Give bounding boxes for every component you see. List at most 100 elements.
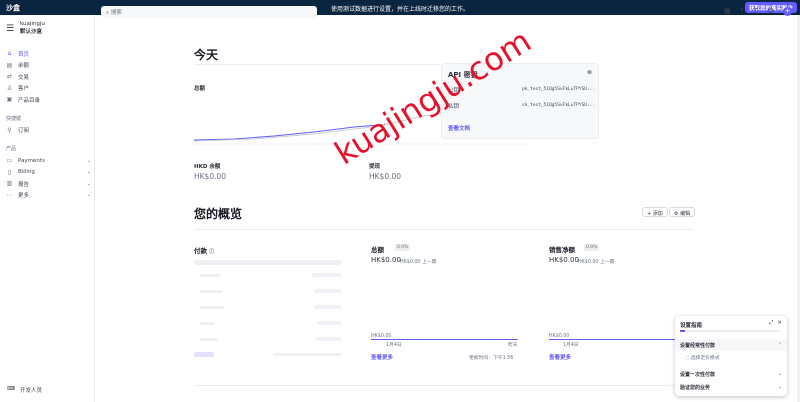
setup-guide-title: 设置指南 [680,323,703,329]
chevron-down-icon: ⌄ [86,169,91,176]
gross-change-badge: 0.0% [395,244,411,251]
top-icons: ▦ ? ♫ ⚙ + [724,7,792,16]
close-icon[interactable]: ⊗ [587,69,592,76]
placeholder-bar [312,273,341,277]
nav-item-subscriptions[interactable]: ⚲ 订阅 [6,125,91,137]
placeholder-bar [273,353,341,356]
guide-section-recurring[interactable]: 设置经常性付款 ⌃ [675,339,787,351]
more-icon: ⋯ [6,191,13,199]
placeholder-link [194,352,214,357]
circle-icon: ◌ [685,356,690,361]
placeholder-bar [200,290,222,293]
edit-button[interactable]: ⚙ 编辑 [669,207,696,217]
chevron-down-icon: ⌄ [777,384,782,390]
pin-icon: ⚲ [7,126,12,134]
hkd-balance-value: HK$0.00 [194,172,227,181]
payouts-label: 提现 [369,164,381,170]
close-icon[interactable]: ✕ [777,320,782,327]
main-nav: ⌂ 首页 ▤ 余额 ⇄ 交易 ♙ 客户 ▣ 产品目录 快捷键 ⚲ 订阅 产品 ▭ Paymen… [6,48,91,201]
gross-previous: HK$0.00 上一期 [400,260,437,265]
nav-item-product-catalog[interactable]: ▣ 产品目录 [6,94,91,106]
gross-card-title: 总额 [371,246,384,254]
home-icon: ⌂ [7,50,12,58]
nav-item-home[interactable]: ⌂ 首页 [6,48,91,60]
guide-task-pricing[interactable]: ◌ 选择定价模式 [685,354,720,361]
add-button[interactable]: + 添加 [642,207,668,217]
placeholder-bar [200,322,215,325]
payments-icon: ▭ [6,157,13,165]
placeholder-bar [194,260,341,265]
public-key-value[interactable]: pk_test_51Qg5SuFkLuTPYSU... [522,87,595,92]
transactions-icon: ⇄ [6,73,13,81]
gross-start-date: 1月4日 [386,343,402,348]
account-icon: ☰ [6,24,15,34]
net-chart-line [549,339,675,340]
net-view-more-link[interactable]: 查看更多 [549,353,571,361]
setup-progress-fill [680,330,685,332]
nav-item-payments[interactable]: ▭ Payments ⌄ [6,155,91,167]
placeholder-bar [314,305,341,309]
balance-icon: ▤ [6,61,13,69]
gross-view-more-link[interactable]: 查看更多 [371,353,393,361]
account-switcher[interactable]: ☰ kuajingju 默认沙盒 [6,21,45,35]
customer-icon: ♙ [6,84,13,92]
today-title: 今天 [194,48,219,62]
nav-item-balances[interactable]: ▤ 余额 [6,60,91,72]
view-docs-link[interactable]: 查看文档 [448,124,470,132]
overview-title: 您的概览 [194,207,243,221]
help-icon[interactable]: ? [740,7,744,16]
gross-end-date: 昨天 [508,343,518,348]
apps-icon[interactable]: ▦ [724,7,731,16]
guide-section-one-time[interactable]: 设置一次性付款 ⌄ [675,368,787,380]
billing-icon: ▯ [7,168,12,176]
products-heading: 产品 [6,146,17,152]
net-change-badge: 0.0% [584,244,600,251]
net-value: HK$0.00 [549,256,579,264]
nav-item-more[interactable]: ⋯ 更多 ⌄ [6,190,92,202]
gross-value: HK$0.00 [371,256,401,264]
payouts-value: HK$0.00 [369,172,402,181]
shortcuts-heading: 快捷键 [6,115,22,122]
divider [194,229,694,230]
search-icon: ⌕ [106,10,110,16]
net-start-date: 1月4日 [563,343,579,348]
placeholder-bar [316,337,341,341]
gross-label: 总额 [194,86,206,92]
placeholder-bar [314,289,341,293]
chevron-up-icon: ⌃ [777,342,782,348]
payments-card-title: 付款 ⓘ [194,247,215,255]
gear-icon: ⚙ [674,211,679,217]
info-icon: ⓘ [209,249,215,255]
gross-updated: 更新时间：下午1:56 [469,356,514,361]
gross-chart-line [371,339,518,340]
chevron-down-icon: ⌄ [86,180,91,187]
nav-item-billing[interactable]: ▯ Billing ⌄ [6,167,91,179]
create-plus-icon[interactable]: + [783,7,792,16]
secret-key-value[interactable]: sk_test_51Qg5SuFkLuTPYSU... [522,103,595,108]
setup-progress [680,330,780,332]
nav-item-transactions[interactable]: ⇄ 交易 [6,71,91,83]
guide-section-verify[interactable]: 验证您的业务 ⌄ [675,381,787,393]
nav-item-developers[interactable]: ⌨ 开发人员 [7,386,42,394]
nav-item-customers[interactable]: ♙ 客户 [6,83,91,95]
nav-item-reports[interactable]: ▥ 报告 ⌄ [6,178,91,190]
divider [194,385,694,386]
hkd-balance-label: HKD 余额 [194,164,221,170]
search-input[interactable]: ⌕ 搜索 [101,6,317,18]
expand-icon[interactable]: ⤢ [769,320,773,327]
placeholder-bar [200,338,218,341]
account-env: 默认沙盒 [20,29,43,35]
chevron-down-icon: ⌄ [86,192,91,199]
placeholder-bar [200,306,224,309]
net-previous: HK$0.00 上一期 [578,260,615,265]
chart-icon: ▥ [6,180,13,188]
bell-icon[interactable]: ♫ [752,7,758,16]
terminal-icon: ⌨ [7,386,15,392]
gear-icon[interactable]: ⚙ [768,7,774,16]
chevron-down-icon: ⌄ [777,371,782,377]
placeholder-bar [200,274,220,277]
setup-guide-panel: 设置指南 ⤢ ✕ 设置经常性付款 ⌃ ◌ 选择定价模式 设置一次性付款 ⌄ 验证您的业… [675,316,787,396]
box-icon: ▣ [6,96,13,104]
net-sales-card-title: 销售净额 [549,246,575,254]
placeholder-bar [318,321,341,325]
